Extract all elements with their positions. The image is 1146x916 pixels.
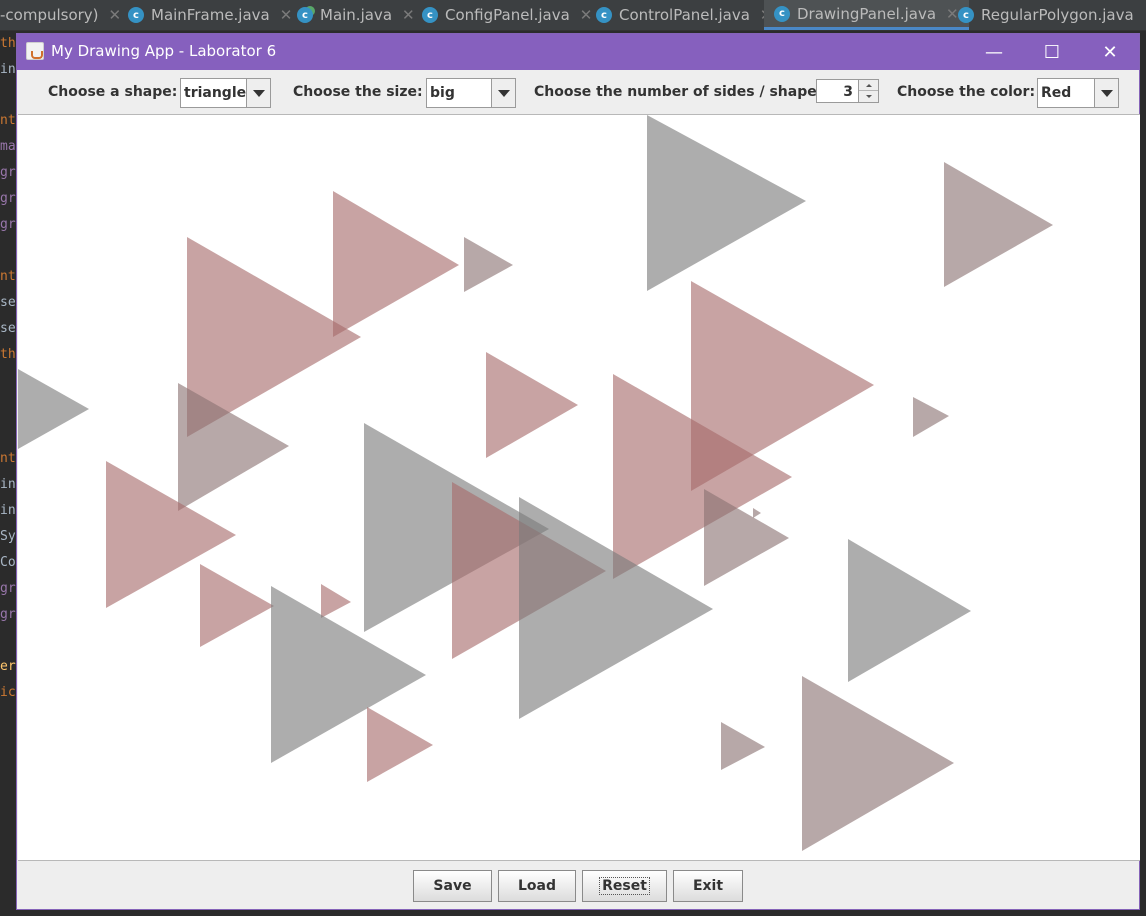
minimize-button[interactable]: — bbox=[966, 34, 1022, 70]
size-combo[interactable]: big bbox=[426, 78, 516, 108]
triangle-shape bbox=[464, 237, 513, 292]
control-panel: Save Load Reset Exit bbox=[17, 861, 1139, 909]
code-fragment: th bbox=[0, 36, 16, 51]
sides-spinner-value[interactable]: 3 bbox=[843, 84, 853, 100]
close-button[interactable]: ✕ bbox=[1082, 34, 1138, 70]
triangle-shape bbox=[848, 539, 971, 682]
ide-tab-label: Main.java bbox=[320, 6, 393, 24]
chevron-down-icon[interactable] bbox=[1094, 79, 1118, 107]
close-icon[interactable]: ✕ bbox=[280, 6, 293, 24]
code-fragment: nt bbox=[0, 269, 16, 284]
window-title: My Drawing App - Laborator 6 bbox=[51, 42, 277, 60]
triangle-shape bbox=[647, 115, 806, 291]
config-panel: Choose a shape: triangle Choose the size… bbox=[17, 70, 1139, 114]
class-icon: c bbox=[128, 7, 144, 23]
maximize-button[interactable]: ☐ bbox=[1024, 34, 1080, 70]
code-fragment: se bbox=[0, 295, 16, 310]
shape-combo[interactable]: triangle bbox=[180, 78, 271, 108]
triangle-shape bbox=[944, 162, 1053, 287]
size-label: Choose the size: bbox=[293, 84, 423, 100]
shape-label: Choose a shape: bbox=[48, 84, 178, 100]
spinner-up-icon[interactable] bbox=[859, 80, 878, 91]
exit-button[interactable]: Exit bbox=[673, 870, 743, 902]
close-icon[interactable]: ✕ bbox=[946, 5, 959, 23]
triangle-shape bbox=[18, 369, 89, 449]
reset-button[interactable]: Reset bbox=[582, 870, 667, 902]
shape-combo-value: triangle bbox=[184, 85, 247, 101]
triangle-shape bbox=[333, 191, 459, 337]
code-fragment: ic bbox=[0, 685, 16, 700]
code-fragment: gr bbox=[0, 217, 16, 232]
code-fragment: Co bbox=[0, 555, 16, 570]
app-window: My Drawing App - Laborator 6 — ☐ ✕ Choos… bbox=[16, 33, 1140, 910]
triangle-shape bbox=[913, 397, 949, 437]
drawing-canvas[interactable] bbox=[18, 114, 1140, 861]
code-fragment: er bbox=[0, 659, 16, 674]
code-fragment: in bbox=[0, 503, 16, 518]
reset-button-label: Reset bbox=[599, 877, 650, 895]
close-icon[interactable]: ✕ bbox=[402, 6, 415, 24]
ide-tab-bar: -compulsory) ✕ c MainFrame.java ✕ c Main… bbox=[0, 0, 1146, 31]
close-icon[interactable]: ✕ bbox=[109, 6, 122, 24]
code-fragment: gr bbox=[0, 191, 16, 206]
size-combo-value: big bbox=[430, 85, 455, 101]
triangle-shape bbox=[753, 508, 761, 518]
code-fragment: in bbox=[0, 477, 16, 492]
ide-tab-label: RegularPolygon.java bbox=[981, 6, 1134, 24]
triangle-shape bbox=[721, 722, 765, 770]
triangle-shape bbox=[802, 676, 954, 851]
class-icon: c bbox=[958, 7, 974, 23]
sides-label: Choose the number of sides / shapes: bbox=[534, 84, 831, 100]
chevron-down-icon[interactable] bbox=[246, 79, 270, 107]
close-icon[interactable]: ✕ bbox=[580, 6, 593, 24]
triangle-shape bbox=[321, 584, 351, 618]
ide-tab-label: ControlPanel.java bbox=[619, 6, 750, 24]
ide-tab-label: DrawingPanel.java bbox=[797, 4, 937, 23]
ide-tab-main[interactable]: c Main.java ✕ bbox=[297, 0, 415, 30]
code-fragment: nt bbox=[0, 113, 16, 128]
code-fragment: in bbox=[0, 62, 16, 77]
class-icon: c bbox=[596, 7, 612, 23]
ide-tab-configpanel[interactable]: c ConfigPanel.java ✕ bbox=[422, 0, 592, 30]
ide-tab-regularpolygon[interactable]: c RegularPolygon.java bbox=[958, 0, 1134, 30]
java-app-icon bbox=[26, 42, 44, 60]
load-button[interactable]: Load bbox=[498, 870, 576, 902]
code-fragment: gr bbox=[0, 607, 16, 622]
triangle-shape bbox=[367, 707, 433, 782]
code-fragment: Sy bbox=[0, 529, 16, 544]
code-fragment: th bbox=[0, 347, 16, 362]
ide-tab-label: -compulsory) bbox=[0, 6, 99, 24]
runnable-class-icon: c bbox=[297, 7, 313, 23]
color-combo-value: Red bbox=[1041, 85, 1072, 101]
ide-tab-drawingpanel[interactable]: c DrawingPanel.java ✕ bbox=[764, 0, 969, 30]
title-bar[interactable]: My Drawing App - Laborator 6 — ☐ ✕ bbox=[17, 34, 1139, 70]
ide-tab-label: ConfigPanel.java bbox=[445, 6, 570, 24]
spinner-buttons bbox=[858, 80, 878, 102]
ide-tab-mainframe[interactable]: c MainFrame.java ✕ bbox=[128, 0, 292, 30]
ide-tab-controlpanel[interactable]: c ControlPanel.java ✕ bbox=[596, 0, 772, 30]
code-fragment: se bbox=[0, 321, 16, 336]
triangle-shape bbox=[200, 564, 274, 647]
ide-tab-label: MainFrame.java bbox=[151, 6, 270, 24]
color-label: Choose the color: bbox=[897, 84, 1036, 100]
color-combo[interactable]: Red bbox=[1037, 78, 1119, 108]
triangle-shape bbox=[486, 352, 578, 458]
code-fragment: nt bbox=[0, 451, 16, 466]
code-fragment: gr bbox=[0, 165, 16, 180]
triangle-shape bbox=[704, 489, 789, 586]
code-fragment: ma bbox=[0, 139, 16, 154]
chevron-down-icon[interactable] bbox=[491, 79, 515, 107]
ide-tab-compulsory[interactable]: -compulsory) ✕ bbox=[0, 0, 121, 30]
save-button[interactable]: Save bbox=[413, 870, 492, 902]
class-icon: c bbox=[422, 7, 438, 23]
drawing-surface[interactable] bbox=[18, 115, 1140, 861]
editor-edge bbox=[1139, 31, 1146, 916]
editor-gutter: th in nt ma gr gr gr nt se se th nt in in Sy Co gr gr er ic bbox=[0, 31, 16, 916]
spinner-down-icon[interactable] bbox=[859, 91, 878, 102]
sides-spinner[interactable]: 3 bbox=[816, 79, 879, 103]
code-fragment: gr bbox=[0, 581, 16, 596]
class-icon: c bbox=[774, 5, 790, 22]
